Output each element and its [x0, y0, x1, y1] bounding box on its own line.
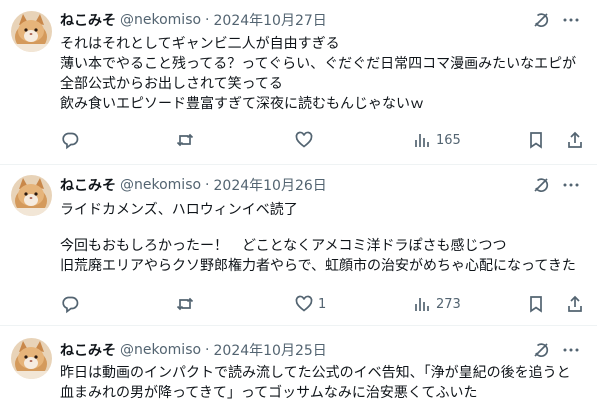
avatar[interactable]	[11, 11, 52, 52]
share-icon	[568, 131, 582, 148]
author-name[interactable]: ねこみそ	[60, 175, 116, 195]
grok-icon[interactable]	[531, 340, 551, 360]
bookmark-icon	[530, 296, 542, 313]
tweet-date[interactable]: 2024年10月27日	[214, 10, 327, 30]
reply-button[interactable]	[60, 130, 80, 150]
separator: ·	[205, 342, 210, 358]
tweet-date[interactable]: 2024年10月26日	[214, 175, 327, 195]
author-name[interactable]: ねこみそ	[60, 340, 116, 360]
tweet[interactable]: ねこみそ @nekomiso · 2024年10月26日 ライドカメンズ、ハロウ…	[0, 165, 597, 325]
share-button[interactable]	[565, 130, 585, 150]
cat-avatar-image	[11, 338, 52, 379]
more-options-icon[interactable]	[561, 10, 581, 30]
share-icon	[568, 295, 582, 312]
tweet-header: ねこみそ @nekomiso · 2024年10月26日	[60, 175, 327, 195]
action-bar: 1 273	[60, 294, 590, 314]
bookmark-button[interactable]	[526, 130, 546, 150]
reply-icon	[62, 132, 79, 150]
grok-icon[interactable]	[531, 10, 551, 30]
author-handle[interactable]: @nekomiso	[120, 342, 201, 358]
action-bar: 165	[60, 130, 590, 150]
retweet-button[interactable]	[175, 294, 195, 314]
tweet-text: 昨日は動画のインパクトで読み流してた公式のイベ告知、「浄が皇紀の後を追うと 血ま…	[60, 363, 590, 403]
separator: ·	[205, 12, 210, 28]
views-button[interactable]: 273	[412, 294, 461, 314]
tweet-text-line: 旧荒廃エリアやらクソ野郎権力者やらで、虹顔市の治安がめちゃ心配になってきた	[60, 258, 576, 274]
analytics-icon	[415, 298, 429, 311]
separator: ·	[205, 177, 210, 193]
tweet[interactable]: ねこみそ @nekomiso · 2024年10月27日 それはそれとしてギャン…	[0, 0, 597, 164]
tweet-text: それはそれとしてギャンビ二人が自由すぎる 薄い本でやること残ってる？ってぐらい、…	[60, 34, 590, 114]
tweet-text-line: それはそれとしてギャンビ二人が自由すぎる	[60, 36, 340, 52]
retweet-icon	[176, 297, 194, 311]
tweet[interactable]: ねこみそ @nekomiso · 2024年10月25日 昨日は動画のインパクト…	[0, 326, 597, 409]
heart-icon	[295, 295, 313, 312]
like-count: 1	[318, 296, 327, 312]
tweet-header: ねこみそ @nekomiso · 2024年10月25日	[60, 340, 327, 360]
tweet-text-line: ライドカメンズ、ハロウィンイベ読了	[60, 202, 298, 218]
tweet-text-line	[60, 220, 590, 236]
retweet-icon	[176, 133, 194, 147]
views-button[interactable]: 165	[412, 130, 461, 150]
views-count: 273	[436, 296, 461, 312]
views-count: 165	[436, 132, 461, 148]
cat-avatar-image	[11, 11, 52, 52]
tweet-text-line: 今回もおもしろかったー！ どことなくアメコミ洋ドラぽさも感じつつ	[60, 238, 507, 254]
heart-icon	[295, 131, 313, 148]
author-handle[interactable]: @nekomiso	[120, 12, 201, 28]
author-handle[interactable]: @nekomiso	[120, 177, 201, 193]
tweet-text: ライドカメンズ、ハロウィンイベ読了 今回もおもしろかったー！ どことなくアメコミ…	[60, 200, 590, 276]
avatar[interactable]	[11, 175, 52, 216]
tweet-date[interactable]: 2024年10月25日	[214, 340, 327, 360]
bookmark-icon	[530, 132, 542, 149]
tweet-text-line: 薄い本でやること残ってる？ってぐらい、ぐだぐだ日常四コマ漫画みたいなエピが	[60, 56, 577, 72]
reply-button[interactable]	[60, 294, 80, 314]
tweet-text-line: 昨日は動画のインパクトで読み流してた公式のイベ告知、「浄が皇紀の後を追うと	[60, 365, 571, 381]
like-button[interactable]	[294, 130, 314, 150]
avatar[interactable]	[11, 338, 52, 379]
retweet-button[interactable]	[175, 130, 195, 150]
grok-icon[interactable]	[531, 175, 551, 195]
tweet-text-line: 全部公式からお出しされて笑ってる	[60, 76, 283, 92]
reply-icon	[62, 296, 79, 314]
like-button[interactable]: 1	[294, 294, 326, 314]
tweet-text-line: 飲み食いエピソード豊富すぎて深夜に読むもんじゃないｗ	[60, 96, 424, 112]
cat-avatar-image	[11, 175, 52, 216]
analytics-icon	[415, 134, 429, 147]
share-button[interactable]	[565, 294, 585, 314]
tweet-text-line: 血まみれの男が降ってきて」ってゴッサムなみに治安悪くてふいた	[60, 385, 478, 401]
more-options-icon[interactable]	[561, 175, 581, 195]
author-name[interactable]: ねこみそ	[60, 10, 116, 30]
more-options-icon[interactable]	[561, 340, 581, 360]
tweet-header: ねこみそ @nekomiso · 2024年10月27日	[60, 10, 327, 30]
bookmark-button[interactable]	[526, 294, 546, 314]
